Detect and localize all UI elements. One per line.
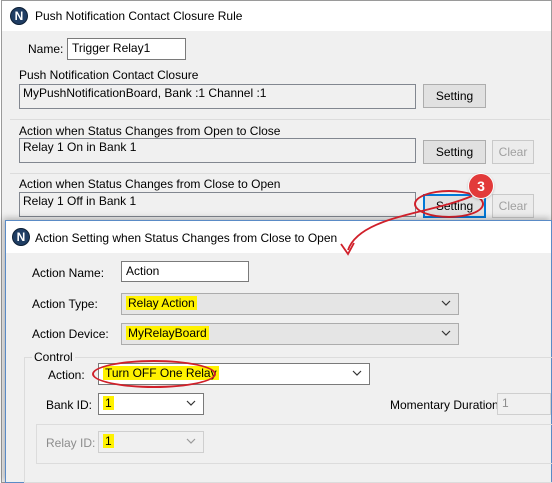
annotation-arrow	[340, 195, 473, 256]
